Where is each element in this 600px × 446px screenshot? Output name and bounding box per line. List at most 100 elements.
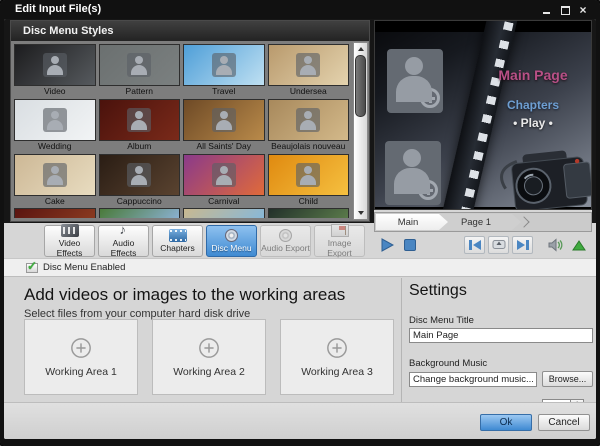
- working-area-label: Working Area 1: [45, 366, 117, 378]
- person-placeholder-icon: [127, 53, 151, 77]
- person-placeholder-icon: [43, 163, 67, 187]
- style-thumbnail[interactable]: Pattern: [99, 44, 181, 97]
- style-thumb-image: [268, 99, 350, 141]
- style-thumbnail[interactable]: Album: [99, 99, 181, 152]
- background-music-label: Background Music: [409, 358, 593, 369]
- volume-expand-icon[interactable]: [569, 236, 589, 254]
- working-areas-heading: Add videos or images to the working area…: [24, 285, 400, 305]
- add-icon: [70, 337, 92, 359]
- working-area-dropzone[interactable]: Working Area 2: [152, 319, 266, 395]
- toolbar-button[interactable]: Chapters: [152, 225, 203, 257]
- style-thumb-image: [183, 44, 265, 86]
- style-thumb-label: Album: [99, 141, 181, 152]
- style-thumb-image: [183, 99, 265, 141]
- audio-effects-icon: [115, 224, 133, 237]
- style-thumbnail-partial[interactable]: [99, 208, 181, 218]
- person-placeholder-icon: [127, 163, 151, 187]
- ok-button[interactable]: Ok: [480, 414, 532, 431]
- titlebar[interactable]: Edit Input File(s) ×: [0, 0, 600, 19]
- preview-tab-bar: MainPage 1: [374, 212, 592, 232]
- speaker-icon[interactable]: [546, 236, 566, 254]
- scroll-up-icon[interactable]: [354, 43, 367, 54]
- style-thumb-image: [183, 154, 265, 196]
- style-thumb-label: Undersea: [268, 86, 350, 97]
- person-placeholder-icon: [296, 108, 320, 132]
- disc-menu-enabled-row: Disc Menu Enabled: [4, 258, 596, 277]
- disc-menu-title-label: Disc Menu Title: [409, 315, 593, 326]
- style-thumbnail-partial[interactable]: [183, 208, 265, 218]
- enabled-check-icon: [26, 263, 38, 273]
- style-thumb-image: [99, 154, 181, 196]
- add-icon: [198, 337, 220, 359]
- preview-chapters-link[interactable]: Chapters: [481, 98, 585, 112]
- style-thumbnail[interactable]: Wedding: [14, 99, 96, 152]
- style-thumbnail[interactable]: Child: [268, 154, 350, 207]
- preview-tab[interactable]: Page 1: [439, 214, 521, 230]
- person-placeholder-icon: [43, 108, 67, 132]
- style-thumbnail[interactable]: Beaujolais nouveau: [268, 99, 350, 152]
- toolbar-button[interactable]: Video Effects: [44, 225, 95, 257]
- style-thumb-label: Travel: [183, 86, 265, 97]
- previous-page-button[interactable]: [464, 236, 485, 254]
- toolbar-button[interactable]: Disc Menu: [206, 225, 257, 257]
- style-thumb-image: [268, 154, 350, 196]
- scroll-down-icon[interactable]: [354, 208, 367, 219]
- menu-frame-button[interactable]: [488, 236, 509, 254]
- toolbar-button[interactable]: Image Export: [314, 225, 365, 257]
- avatar-placeholder: [385, 141, 441, 205]
- settings-heading: Settings: [409, 282, 593, 300]
- working-area-label: Working Area 3: [301, 366, 373, 378]
- toolbar-button[interactable]: Audio Effects: [98, 225, 149, 257]
- minimize-icon[interactable]: [542, 5, 552, 15]
- style-thumbnail-partial[interactable]: [268, 208, 350, 218]
- working-area-label: Working Area 2: [173, 366, 245, 378]
- dialog-content: Disc Menu Styles Video Pattern Travel Un…: [4, 19, 596, 439]
- style-thumbnail[interactable]: Video: [14, 44, 96, 97]
- gallery-scrollbar[interactable]: [353, 42, 368, 220]
- audio-export-icon: [279, 229, 292, 242]
- window-title: Edit Input File(s): [15, 3, 101, 15]
- style-thumb-label: Cappuccino: [99, 196, 181, 207]
- maximize-icon[interactable]: [560, 5, 570, 15]
- image-export-icon: [331, 224, 349, 237]
- style-thumb-label: All Saints' Day: [183, 141, 265, 152]
- edit-input-files-dialog: Edit Input File(s) × Disc Menu Styles Vi…: [0, 0, 600, 446]
- disc-menu-styles-header: Disc Menu Styles: [11, 21, 369, 41]
- next-page-button[interactable]: [512, 236, 533, 254]
- disc-menu-style-grid: Video Pattern Travel Undersea Wedding Al…: [11, 41, 369, 207]
- preview-menu-title: Main Page: [481, 67, 585, 83]
- add-clip-icon: [418, 180, 438, 200]
- style-thumbnail-partial[interactable]: [14, 208, 96, 218]
- stop-button[interactable]: [400, 236, 420, 254]
- cancel-button[interactable]: Cancel: [538, 414, 590, 431]
- style-thumbnail[interactable]: All Saints' Day: [183, 99, 265, 152]
- browse-button[interactable]: Browse...: [542, 371, 593, 387]
- person-placeholder-icon: [212, 163, 236, 187]
- toolbar-button[interactable]: Audio Export: [260, 225, 311, 257]
- style-thumbnail[interactable]: Travel: [183, 44, 265, 97]
- playback-controls: [374, 233, 592, 256]
- style-thumb-label: Wedding: [14, 141, 96, 152]
- style-thumbnail[interactable]: Cake: [14, 154, 96, 207]
- working-area-dropzone[interactable]: Working Area 3: [280, 319, 394, 395]
- preview-tab[interactable]: Main: [376, 214, 448, 230]
- person-placeholder-icon: [127, 108, 151, 132]
- working-area-dropzone[interactable]: Working Area 1: [24, 319, 138, 395]
- play-button[interactable]: [377, 236, 397, 254]
- scrollbar-thumb[interactable]: [355, 55, 366, 117]
- style-thumb-image: [14, 44, 96, 86]
- close-icon[interactable]: ×: [578, 5, 588, 15]
- style-thumb-label: Cake: [14, 196, 96, 207]
- background-music-input[interactable]: [409, 372, 537, 387]
- working-areas: Working Area 1 Working Area 2 Working Ar…: [24, 319, 394, 395]
- disc-menu-title-input[interactable]: [409, 328, 593, 343]
- style-grid-partial-row: [11, 207, 369, 218]
- style-thumb-label: Child: [268, 196, 350, 207]
- style-thumbnail[interactable]: Carnival: [183, 154, 265, 207]
- preview-play-link[interactable]: • Play •: [481, 116, 585, 130]
- style-thumbnail[interactable]: Cappuccino: [99, 154, 181, 207]
- person-placeholder-icon: [212, 53, 236, 77]
- style-thumbnail[interactable]: Undersea: [268, 44, 350, 97]
- add-clip-icon: [420, 88, 440, 108]
- camcorder-image: [482, 139, 592, 210]
